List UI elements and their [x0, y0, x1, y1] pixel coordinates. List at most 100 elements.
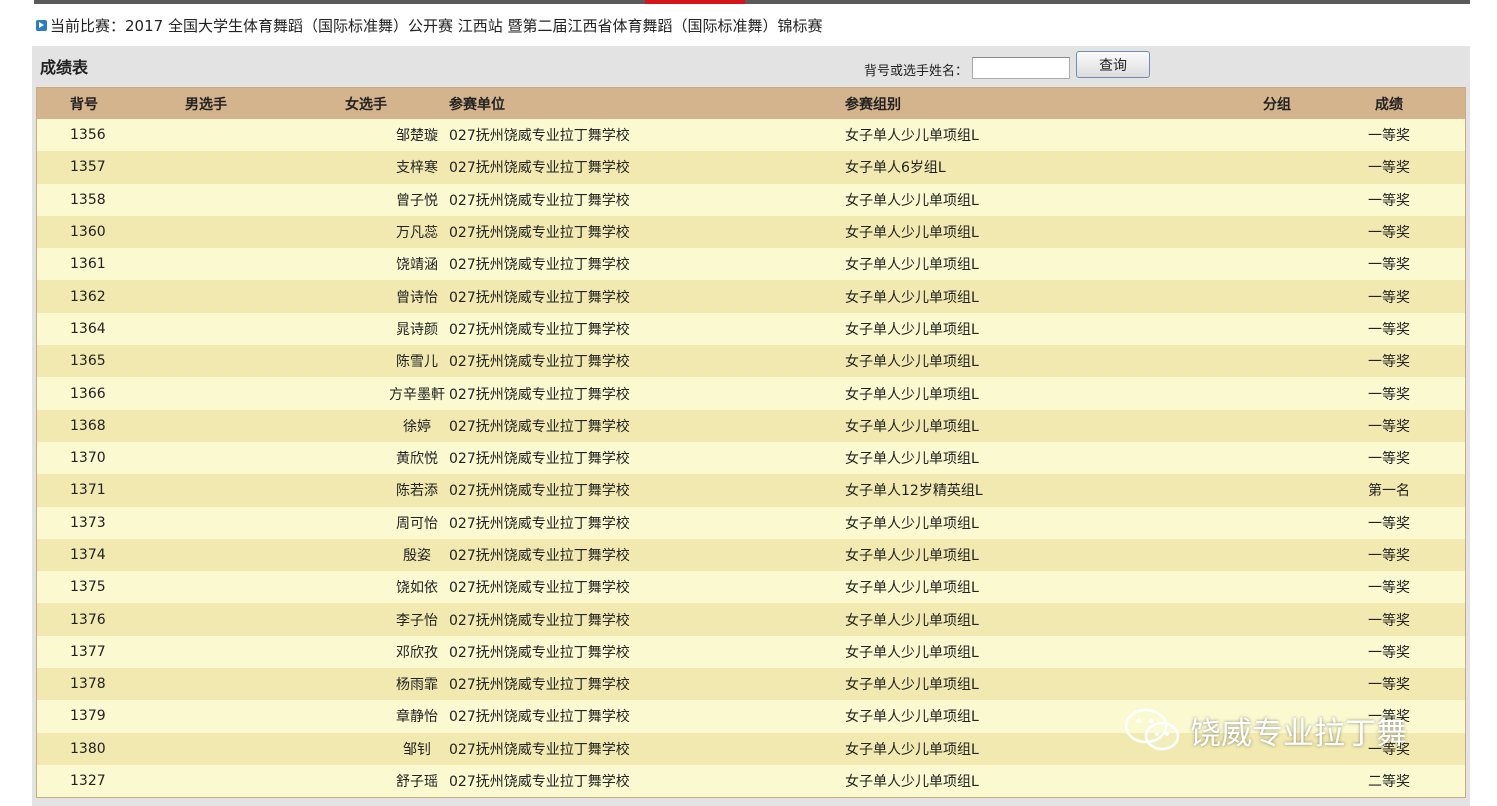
cell-unit: 027抚州饶威专业拉丁舞学校 [449, 741, 630, 758]
header-female: 女选手 [345, 96, 387, 113]
cell-unit: 027抚州饶威专业拉丁舞学校 [449, 774, 630, 791]
cell-unit: 027抚州饶威专业拉丁舞学校 [449, 580, 630, 597]
cell-group: 女子单人少儿单项组L [845, 321, 979, 338]
cell-result: 一等奖 [1368, 192, 1410, 209]
cell-result: 一等奖 [1368, 225, 1410, 242]
cell-group: 女子单人少儿单项组L [845, 548, 979, 564]
cell-unit: 027抚州饶威专业拉丁舞学校 [449, 321, 630, 338]
cell-group: 女子单人少儿单项组L [845, 644, 979, 661]
cell-number: 1362 [70, 288, 106, 305]
cell-group: 女子单人少儿单项组L [845, 257, 979, 274]
cell-number: 1378 [70, 676, 106, 693]
cell-unit: 027抚州饶威专业拉丁舞学校 [449, 386, 630, 403]
table-row: 1375 饶如依 027抚州饶威专业拉丁舞学校 女子单人少儿单项组L 一等奖 [37, 571, 1465, 604]
cell-group: 女子单人少儿单项组L [845, 774, 979, 791]
cell-group: 女子单人少儿单项组L [845, 677, 979, 694]
table-row: 1376 李子怡 027抚州饶威专业拉丁舞学校 女子单人少儿单项组L 一等奖 [37, 603, 1465, 636]
cell-result: 一等奖 [1368, 451, 1410, 468]
cell-number: 1364 [70, 320, 106, 337]
cell-number: 1379 [70, 708, 106, 725]
cell-unit: 027抚州饶威专业拉丁舞学校 [449, 709, 630, 726]
cell-unit: 027抚州饶威专业拉丁舞学校 [449, 483, 630, 500]
table-row: 1365 陈雪儿 027抚州饶威专业拉丁舞学校 女子单人少儿单项组L 一等奖 [37, 345, 1465, 378]
cell-group: 女子单人少儿单项组L [845, 354, 979, 371]
cell-group: 女子单人少儿单项组L [845, 225, 979, 242]
cell-number: 1370 [70, 450, 106, 467]
search-button[interactable]: 查询 [1076, 51, 1151, 78]
table-row: 1368 徐婷 027抚州饶威专业拉丁舞学校 女子单人少儿单项组L 一等奖 [37, 409, 1465, 442]
watermark: 饶威专业拉丁舞 [1122, 706, 1407, 754]
table-row: 1360 万凡蕊 027抚州饶威专业拉丁舞学校 女子单人少儿单项组L 一等奖 [37, 215, 1465, 249]
table-body: 1356 邹楚璇 027抚州饶威专业拉丁舞学校 女子单人少儿单项组L 一等奖 1357 支梓… [37, 119, 1465, 798]
table-row: 1327 舒子瑶 027抚州饶威专业拉丁舞学校 女子单人少儿单项组L 二等奖 [37, 764, 1465, 798]
cell-unit: 027抚州饶威专业拉丁舞学校 [449, 515, 630, 532]
cell-number: 1357 [70, 159, 106, 176]
cell-group: 女子单人少儿单项组L [845, 128, 979, 145]
table-header: 背号 男选手 女选手 参赛单位 参赛组别 分组 成绩 [37, 88, 1465, 119]
cell-unit: 027抚州饶威专业拉丁舞学校 [449, 192, 630, 209]
table-row: 1361 饶靖涵 027抚州饶威专业拉丁舞学校 女子单人少儿单项组L 一等奖 [37, 248, 1465, 281]
cell-number: 1376 [70, 611, 106, 628]
cell-result: 一等奖 [1368, 354, 1410, 371]
cell-unit: 027抚州饶威专业拉丁舞学校 [449, 644, 630, 661]
header-group: 参赛组别 [845, 96, 901, 113]
search-input[interactable] [972, 56, 1071, 79]
table-row: 1356 邹楚璇 027抚州饶威专业拉丁舞学校 女子单人少儿单项组L 一等奖 [37, 119, 1465, 152]
cell-group: 女子单人少儿单项组L [845, 580, 979, 597]
cell-group: 女子单人12岁精英组L [845, 483, 983, 500]
cell-unit: 027抚州饶威专业拉丁舞学校 [449, 128, 630, 145]
cell-number: 1327 [70, 773, 106, 790]
cell-result: 一等奖 [1368, 418, 1410, 435]
table-row: 1364 晁诗颜 027抚州饶威专业拉丁舞学校 女子单人少儿单项组L 一等奖 [37, 312, 1465, 346]
arrow-right-icon [36, 19, 47, 31]
table-row: 1362 曾诗怡 027抚州饶威专业拉丁舞学校 女子单人少儿单项组L 一等奖 [37, 280, 1465, 313]
cell-number: 1358 [70, 191, 106, 208]
cell-unit: 027抚州饶威专业拉丁舞学校 [449, 354, 630, 371]
cell-unit: 027抚州饶威专业拉丁舞学校 [449, 289, 630, 306]
cell-number: 1366 [70, 385, 106, 402]
cell-number: 1360 [70, 224, 106, 241]
table-row: 1357 支梓寒 027抚州饶威专业拉丁舞学校 女子单人6岁组L 一等奖 [37, 151, 1465, 184]
cell-number: 1377 [70, 643, 106, 660]
cell-result: 一等奖 [1368, 548, 1410, 564]
search-bar: 背号或选手姓名： 查询 [864, 50, 1151, 79]
cell-number: 1361 [70, 256, 106, 273]
cell-number: 1371 [70, 482, 106, 499]
cell-result: 一等奖 [1368, 580, 1410, 597]
table-row: 1370 黄欣悦 027抚州饶威专业拉丁舞学校 女子单人少儿单项组L 一等奖 [37, 441, 1465, 475]
cell-result: 一等奖 [1368, 289, 1410, 306]
header-number: 背号 [70, 96, 98, 113]
table-row: 1358 曾子悦 027抚州饶威专业拉丁舞学校 女子单人少儿单项组L 一等奖 [37, 183, 1465, 216]
cell-number: 1368 [70, 417, 106, 434]
cell-result: 一等奖 [1368, 386, 1410, 403]
wechat-icon [1124, 708, 1180, 751]
cell-unit: 027抚州饶威专业拉丁舞学校 [449, 612, 630, 629]
cell-result: 一等奖 [1368, 677, 1410, 694]
current-match: 当前比赛： 2017 全国大学生体育舞蹈（国际标准舞）公开赛 江西站 暨第二届江… [36, 14, 823, 36]
cell-unit: 027抚州饶威专业拉丁舞学校 [449, 451, 630, 468]
top-bar-active-indicator [645, 0, 745, 4]
cell-group: 女子单人少儿单项组L [845, 192, 979, 209]
panel-title: 成绩表 [40, 58, 89, 77]
cell-group: 女子单人少儿单项组L [845, 709, 979, 726]
table-row: 1371 陈若添 027抚州饶威专业拉丁舞学校 女子单人12岁精英组L 第一名 [37, 474, 1465, 507]
top-bar [34, 0, 1470, 4]
watermark-text: 饶威专业拉丁舞 [1190, 715, 1407, 752]
cell-result: 二等奖 [1368, 774, 1410, 791]
table-row: 1378 杨雨霏 027抚州饶威专业拉丁舞学校 女子单人少儿单项组L 一等奖 [37, 668, 1465, 701]
results-table: 背号 男选手 女选手 参赛单位 参赛组别 分组 成绩 1356 邹楚璇 027抚州饶… [36, 87, 1466, 799]
cell-number: 1380 [70, 740, 106, 757]
cell-group: 女子单人少儿单项组L [845, 515, 979, 532]
table-row: 1377 邓欣孜 027抚州饶威专业拉丁舞学校 女子单人少儿单项组L 一等奖 [37, 635, 1465, 669]
cell-number: 1374 [70, 547, 106, 563]
header-subgroup: 分组 [1263, 96, 1291, 113]
cell-result: 一等奖 [1368, 321, 1410, 338]
header-male: 男选手 [185, 96, 227, 113]
cell-number: 1373 [70, 514, 106, 531]
current-match-name: 2017 全国大学生体育舞蹈（国际标准舞）公开赛 江西站 暨第二届江西省体育舞蹈… [125, 16, 823, 35]
cell-result: 一等奖 [1368, 160, 1410, 177]
cell-group: 女子单人6岁组L [845, 160, 946, 177]
table-row: 1374 殷姿 027抚州饶威专业拉丁舞学校 女子单人少儿单项组L 一等奖 [37, 538, 1465, 572]
cell-unit: 027抚州饶威专业拉丁舞学校 [449, 225, 630, 242]
cell-unit: 027抚州饶威专业拉丁舞学校 [449, 548, 630, 564]
